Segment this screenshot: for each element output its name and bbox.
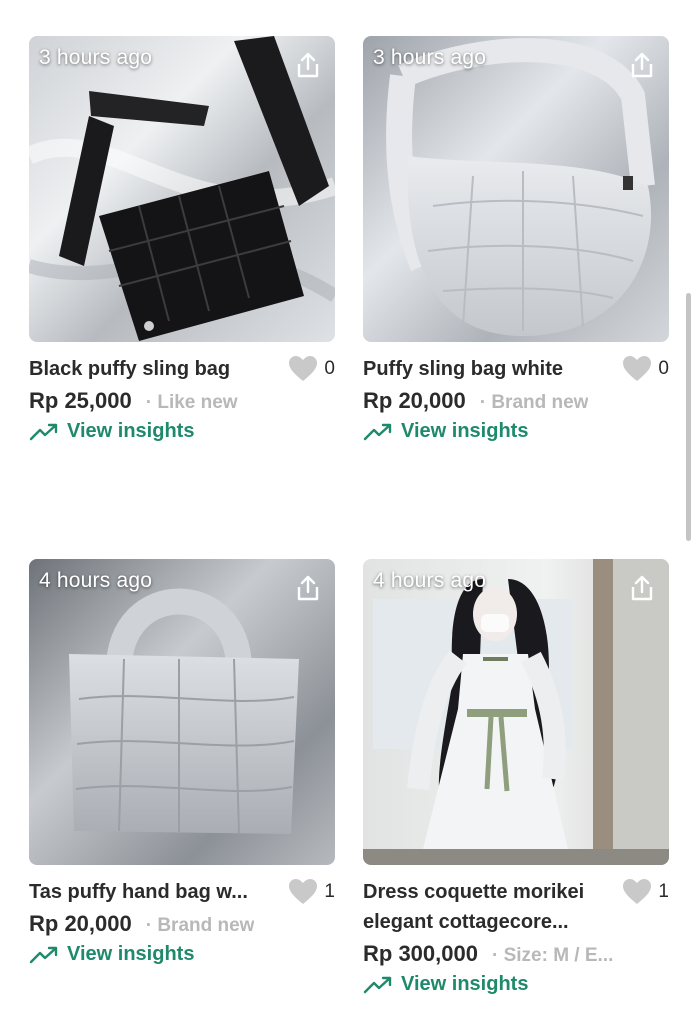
view-insights-label: View insights [67,943,195,965]
view-insights-label: View insights [401,420,529,442]
heart-icon [623,356,652,381]
listing-grid: 3 hours ago Black puffy sling bag 0 Rp 2… [0,0,697,1024]
listing-card[interactable]: 3 hours ago Puffy sling bag white 0 Rp 2… [363,36,669,443]
listing-time: 4 hours ago [373,569,487,592]
view-insights-link[interactable]: View insights [29,943,335,966]
white-puffy-sling-bag-image [363,36,669,342]
listing-photo[interactable]: 4 hours ago [29,559,335,865]
listing-title[interactable]: Black puffy sling bag [29,354,280,384]
listing-photo[interactable]: 3 hours ago [29,36,335,342]
view-insights-link[interactable]: View insights [363,973,669,996]
view-insights-link[interactable]: View insights [363,420,669,443]
like-count: 0 [658,358,669,379]
listing-price: Rp 300,000 [363,941,478,966]
trending-up-icon [363,976,392,993]
listing-condition: · Brand new [479,392,589,413]
black-puffy-bag-image [29,36,335,342]
listing-price: Rp 25,000 [29,388,132,413]
share-icon[interactable] [627,50,657,80]
listing-condition: · Brand new [145,915,255,936]
scrollbar[interactable] [686,293,691,541]
listing-photo[interactable]: 4 hours ago [363,559,669,865]
heart-icon [289,356,318,381]
like-button[interactable]: 1 [288,877,335,907]
share-icon[interactable] [627,573,657,603]
like-button[interactable]: 0 [288,354,335,384]
share-icon[interactable] [293,50,323,80]
view-insights-label: View insights [401,973,529,995]
like-count: 1 [324,881,335,902]
heart-icon [289,879,318,904]
listing-card[interactable]: 3 hours ago Black puffy sling bag 0 Rp 2… [29,36,335,443]
trending-up-icon [29,946,58,963]
like-count: 0 [324,358,335,379]
listing-time: 3 hours ago [39,46,153,69]
share-icon[interactable] [293,573,323,603]
puffy-hand-bag-image [29,559,335,865]
view-insights-label: View insights [67,420,195,442]
trending-up-icon [29,423,58,440]
white-dress-image [363,559,669,865]
trending-up-icon [363,423,392,440]
listing-price: Rp 20,000 [29,911,132,936]
listing-time: 4 hours ago [39,569,153,592]
heart-icon [623,879,652,904]
like-count: 1 [658,881,669,902]
listing-condition: · Size: M / E... [491,945,614,966]
listing-title[interactable]: Dress coquette morikei elegant cottageco… [363,877,614,937]
like-button[interactable]: 0 [622,354,669,384]
listing-card[interactable]: 4 hours ago Tas puffy hand bag w... 1 Rp… [29,559,335,966]
listing-card[interactable]: 4 hours ago Dress coquette morikei elega… [363,559,669,996]
listing-photo[interactable]: 3 hours ago [363,36,669,342]
listing-condition: · Like new [145,392,238,413]
listing-price: Rp 20,000 [363,388,466,413]
view-insights-link[interactable]: View insights [29,420,335,443]
listing-title[interactable]: Tas puffy hand bag w... [29,877,280,907]
listing-title[interactable]: Puffy sling bag white [363,354,614,384]
like-button[interactable]: 1 [622,877,669,907]
listing-time: 3 hours ago [373,46,487,69]
